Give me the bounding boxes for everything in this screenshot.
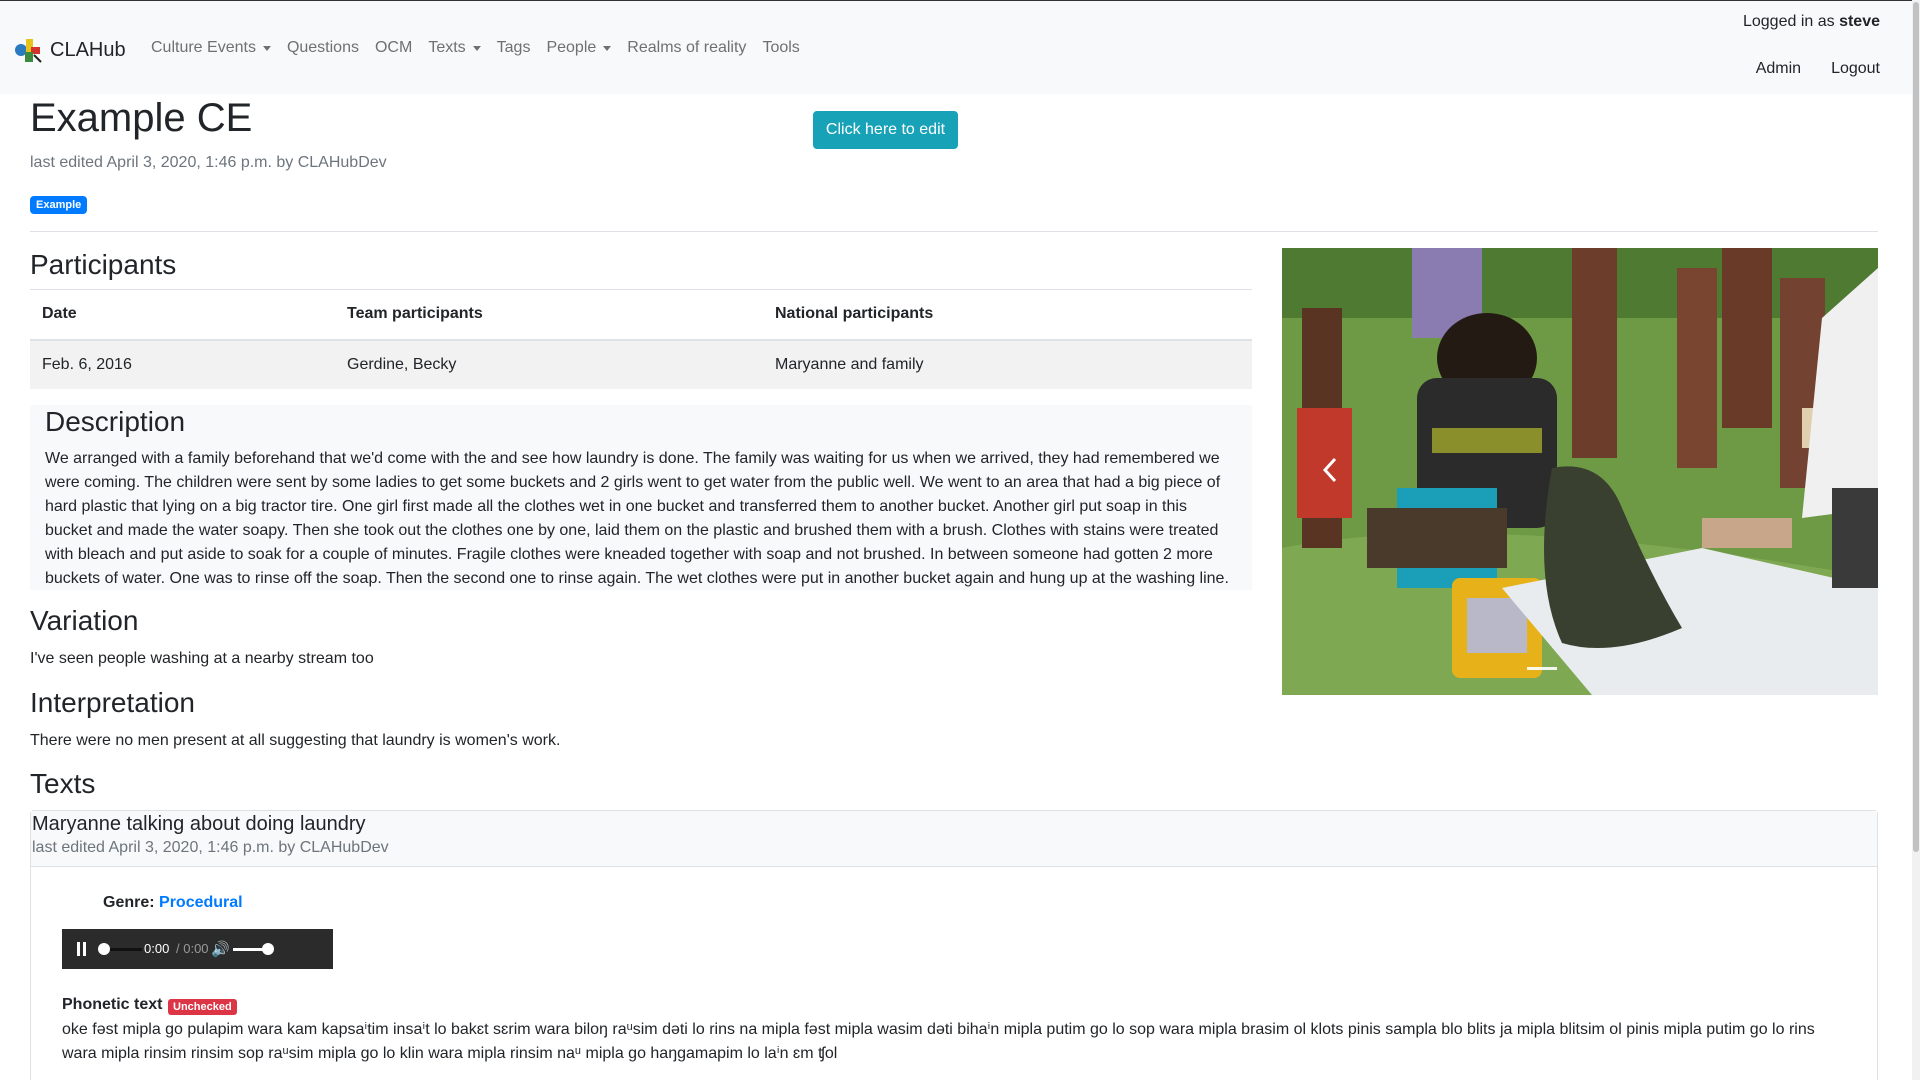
text-last-edited: last edited April 3, 2020, 1:46 p.m. by … — [32, 839, 389, 856]
phonetic-line: oke fəst mipla go pulapim wara kam kapsa… — [62, 1021, 1815, 1038]
column-header-team: Team participants — [335, 289, 763, 341]
nav-ocm[interactable]: OCM — [375, 39, 412, 57]
nav-texts[interactable]: Texts — [428, 39, 481, 57]
phonetic-text-label: Phonetic text — [62, 996, 163, 1013]
caret-down-icon — [472, 45, 481, 51]
brand-name: CLAHub — [50, 38, 126, 61]
nav-label: OCM — [374, 39, 413, 56]
description-line: were coming. The children were sent by s… — [45, 474, 1221, 491]
status-badge: Unchecked — [168, 999, 237, 1015]
logged-in-status: Logged in as steve — [1743, 13, 1880, 31]
chevron-left-icon — [1322, 457, 1337, 483]
column-header-date: Date — [30, 289, 335, 341]
divider — [30, 231, 1878, 232]
participants-table: Date Team participants National particip… — [30, 289, 1252, 389]
text-title[interactable]: Maryanne talking about doing laundry — [32, 813, 366, 836]
brand[interactable]: CLAHub — [14, 35, 126, 65]
nav-label: Realms of reality — [627, 39, 747, 56]
variation-heading: Variation — [30, 605, 139, 636]
cell-national: Maryanne and family — [763, 339, 1252, 389]
description-line: buckets of water. One was to rinse off t… — [45, 570, 1229, 587]
audio-progress-knob[interactable] — [98, 943, 110, 955]
interpretation-heading: Interpretation — [30, 687, 195, 718]
volume-icon[interactable]: 🔊 — [211, 940, 230, 958]
description-heading: Description — [45, 406, 186, 437]
interpretation-text: There were no men present at all suggest… — [30, 732, 561, 749]
audio-player: 0:00 / 0:00 🔊 — [62, 929, 333, 969]
top-navbar: CLAHub Culture Events Questions OCM Text… — [0, 0, 1920, 94]
nav-questions[interactable]: Questions — [287, 39, 359, 57]
nav-tools[interactable]: Tools — [762, 39, 799, 57]
account-links: Admin Logout — [1726, 60, 1880, 78]
description-line: bucket and made the water soapy. Then sh… — [45, 522, 1219, 539]
column-header-national: National participants — [763, 289, 1252, 341]
image-carousel[interactable] — [1282, 248, 1878, 695]
volume-knob[interactable] — [262, 943, 274, 955]
page-title: Example CE — [30, 96, 253, 140]
scrollbar-thumb[interactable] — [1913, 2, 1919, 852]
caret-down-icon — [603, 45, 612, 51]
logout-link[interactable]: Logout — [1831, 60, 1880, 78]
nav-label: Tools — [762, 39, 800, 56]
description-line: hard plastic that lying on a big tractor… — [45, 498, 1187, 515]
nav-label: Texts — [428, 39, 466, 56]
caret-down-icon — [262, 45, 271, 51]
texts-heading: Texts — [30, 768, 96, 799]
laundry-photo — [1282, 248, 1878, 695]
genre-row: Genre: Procedural — [103, 894, 243, 912]
admin-link[interactable]: Admin — [1756, 60, 1801, 78]
clahub-logo-icon — [14, 35, 46, 65]
phonetic-line: wara mipla rinsim rinsim sop raᵘsim mipl… — [62, 1045, 838, 1062]
pause-icon[interactable] — [76, 942, 88, 956]
text-card: Maryanne talking about doing laundry las… — [30, 810, 1878, 1080]
variation-text: I've seen people washing at a nearby str… — [30, 650, 374, 667]
table-header-row: Date Team participants National particip… — [30, 289, 1252, 341]
description-text: We arranged with a family beforehand tha… — [45, 447, 1245, 591]
nav-links: Culture Events Questions OCM Texts Tags … — [151, 39, 816, 57]
nav-label: Culture Events — [151, 39, 256, 56]
participants-heading: Participants — [30, 249, 177, 280]
phonetic-text: oke fəst mipla go pulapim wara kam kapsa… — [62, 1018, 1852, 1066]
carousel-indicator[interactable] — [1527, 667, 1557, 670]
nav-tags[interactable]: Tags — [497, 39, 531, 57]
carousel-prev-button[interactable] — [1320, 455, 1340, 485]
last-edited: last edited April 3, 2020, 1:46 p.m. by … — [30, 154, 387, 171]
table-row: Feb. 6, 2016 Gerdine, Becky Maryanne and… — [30, 339, 1252, 389]
text-card-header: Maryanne talking about doing laundry las… — [31, 811, 1877, 867]
genre-link[interactable]: Procedural — [159, 894, 243, 911]
nav-realms-of-reality[interactable]: Realms of reality — [627, 39, 746, 57]
nav-label: Tags — [496, 39, 531, 56]
edit-button[interactable]: Click here to edit — [813, 111, 958, 149]
nav-label: People — [546, 39, 597, 56]
nav-people[interactable]: People — [546, 39, 612, 57]
logged-in-label: Logged in as — [1742, 13, 1835, 30]
username: steve — [1839, 13, 1880, 30]
description-box: Description We arranged with a family be… — [30, 405, 1252, 590]
nav-label: Questions — [286, 39, 359, 56]
description-line: We arranged with a family beforehand tha… — [45, 450, 1220, 467]
cell-date: Feb. 6, 2016 — [30, 339, 335, 389]
page-scrollbar[interactable] — [1912, 0, 1920, 1080]
tag-badge[interactable]: Example — [30, 196, 88, 214]
description-line: with bleach and put aside to soak for a … — [45, 546, 1213, 563]
audio-current-time: 0:00 — [144, 941, 170, 956]
cell-team: Gerdine, Becky — [335, 339, 763, 389]
audio-duration: / 0:00 — [176, 941, 209, 956]
genre-label: Genre: — [103, 894, 155, 911]
nav-culture-events[interactable]: Culture Events — [151, 39, 271, 57]
